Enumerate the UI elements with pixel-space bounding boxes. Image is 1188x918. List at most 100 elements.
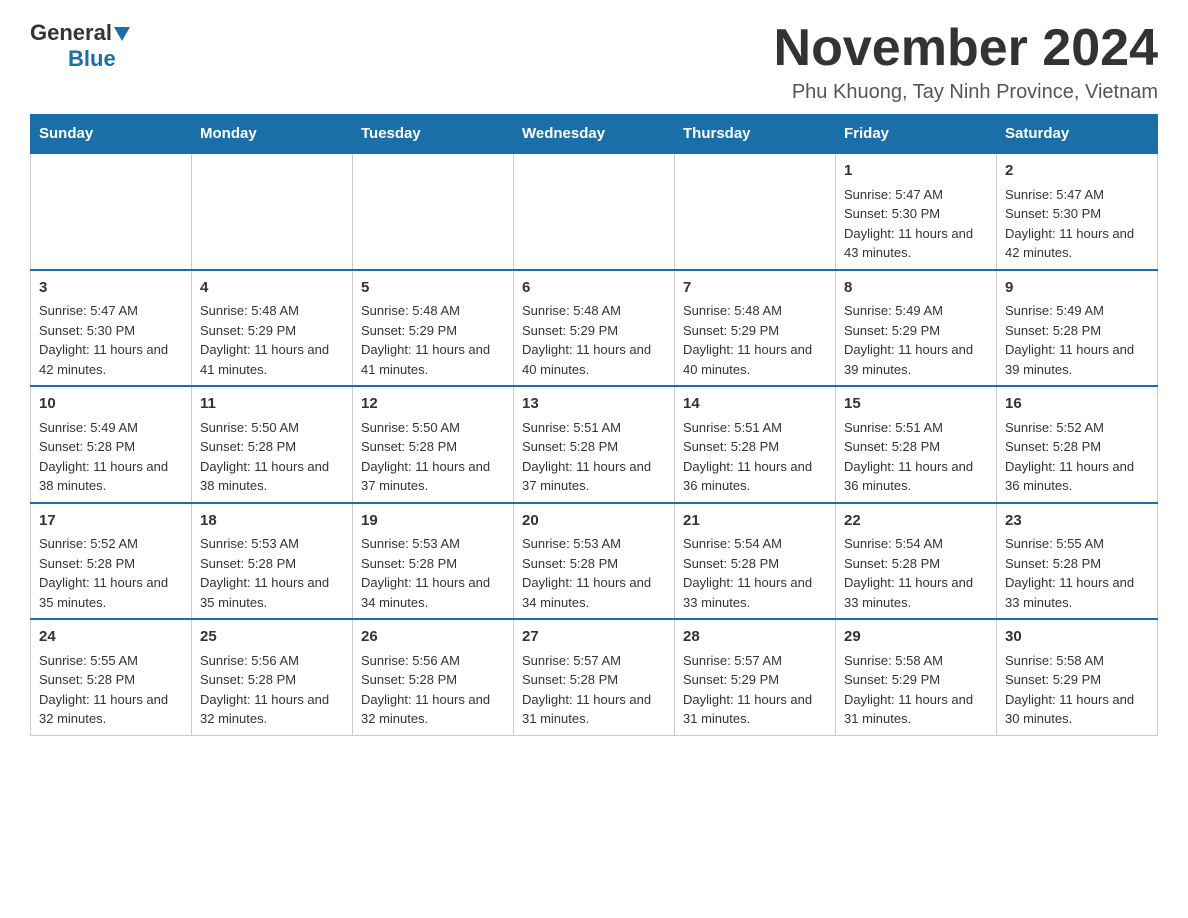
day-number: 29 xyxy=(844,626,988,649)
day-info: Sunrise: 5:51 AM Sunset: 5:28 PM Dayligh… xyxy=(683,418,827,496)
day-number: 22 xyxy=(844,510,988,533)
day-number: 20 xyxy=(522,510,666,533)
calendar-cell: 10Sunrise: 5:49 AM Sunset: 5:28 PM Dayli… xyxy=(31,386,192,503)
day-info: Sunrise: 5:49 AM Sunset: 5:28 PM Dayligh… xyxy=(1005,301,1149,379)
day-info: Sunrise: 5:52 AM Sunset: 5:28 PM Dayligh… xyxy=(39,534,183,612)
day-info: Sunrise: 5:58 AM Sunset: 5:29 PM Dayligh… xyxy=(1005,651,1149,729)
day-number: 7 xyxy=(683,277,827,300)
weekday-header-monday: Monday xyxy=(192,115,353,154)
logo-triangle-icon xyxy=(114,27,130,41)
calendar-cell xyxy=(31,153,192,270)
day-info: Sunrise: 5:50 AM Sunset: 5:28 PM Dayligh… xyxy=(200,418,344,496)
calendar-cell: 2Sunrise: 5:47 AM Sunset: 5:30 PM Daylig… xyxy=(997,153,1158,270)
day-number: 19 xyxy=(361,510,505,533)
day-number: 14 xyxy=(683,393,827,416)
day-info: Sunrise: 5:48 AM Sunset: 5:29 PM Dayligh… xyxy=(683,301,827,379)
calendar-cell: 30Sunrise: 5:58 AM Sunset: 5:29 PM Dayli… xyxy=(997,619,1158,735)
day-info: Sunrise: 5:51 AM Sunset: 5:28 PM Dayligh… xyxy=(844,418,988,496)
day-number: 9 xyxy=(1005,277,1149,300)
calendar-cell: 22Sunrise: 5:54 AM Sunset: 5:28 PM Dayli… xyxy=(836,503,997,620)
day-number: 16 xyxy=(1005,393,1149,416)
day-number: 3 xyxy=(39,277,183,300)
day-info: Sunrise: 5:54 AM Sunset: 5:28 PM Dayligh… xyxy=(844,534,988,612)
calendar-cell: 6Sunrise: 5:48 AM Sunset: 5:29 PM Daylig… xyxy=(514,270,675,387)
day-number: 2 xyxy=(1005,160,1149,183)
calendar-cell: 26Sunrise: 5:56 AM Sunset: 5:28 PM Dayli… xyxy=(353,619,514,735)
day-info: Sunrise: 5:48 AM Sunset: 5:29 PM Dayligh… xyxy=(522,301,666,379)
calendar-week-row-3: 10Sunrise: 5:49 AM Sunset: 5:28 PM Dayli… xyxy=(31,386,1158,503)
weekday-header-saturday: Saturday xyxy=(997,115,1158,154)
day-number: 28 xyxy=(683,626,827,649)
day-info: Sunrise: 5:57 AM Sunset: 5:28 PM Dayligh… xyxy=(522,651,666,729)
calendar-cell: 24Sunrise: 5:55 AM Sunset: 5:28 PM Dayli… xyxy=(31,619,192,735)
day-number: 13 xyxy=(522,393,666,416)
day-info: Sunrise: 5:57 AM Sunset: 5:29 PM Dayligh… xyxy=(683,651,827,729)
day-info: Sunrise: 5:47 AM Sunset: 5:30 PM Dayligh… xyxy=(39,301,183,379)
day-number: 30 xyxy=(1005,626,1149,649)
calendar-cell: 18Sunrise: 5:53 AM Sunset: 5:28 PM Dayli… xyxy=(192,503,353,620)
weekday-header-sunday: Sunday xyxy=(31,115,192,154)
day-number: 23 xyxy=(1005,510,1149,533)
day-info: Sunrise: 5:56 AM Sunset: 5:28 PM Dayligh… xyxy=(200,651,344,729)
weekday-header-wednesday: Wednesday xyxy=(514,115,675,154)
day-number: 5 xyxy=(361,277,505,300)
day-info: Sunrise: 5:53 AM Sunset: 5:28 PM Dayligh… xyxy=(361,534,505,612)
calendar-cell xyxy=(353,153,514,270)
calendar-cell: 9Sunrise: 5:49 AM Sunset: 5:28 PM Daylig… xyxy=(997,270,1158,387)
day-number: 1 xyxy=(844,160,988,183)
month-year-title: November 2024 xyxy=(774,20,1158,77)
day-info: Sunrise: 5:51 AM Sunset: 5:28 PM Dayligh… xyxy=(522,418,666,496)
calendar-cell: 28Sunrise: 5:57 AM Sunset: 5:29 PM Dayli… xyxy=(675,619,836,735)
calendar-cell: 4Sunrise: 5:48 AM Sunset: 5:29 PM Daylig… xyxy=(192,270,353,387)
day-info: Sunrise: 5:56 AM Sunset: 5:28 PM Dayligh… xyxy=(361,651,505,729)
calendar-cell: 7Sunrise: 5:48 AM Sunset: 5:29 PM Daylig… xyxy=(675,270,836,387)
calendar-cell xyxy=(675,153,836,270)
calendar-cell: 25Sunrise: 5:56 AM Sunset: 5:28 PM Dayli… xyxy=(192,619,353,735)
day-number: 11 xyxy=(200,393,344,416)
day-info: Sunrise: 5:55 AM Sunset: 5:28 PM Dayligh… xyxy=(1005,534,1149,612)
day-number: 6 xyxy=(522,277,666,300)
calendar-cell: 16Sunrise: 5:52 AM Sunset: 5:28 PM Dayli… xyxy=(997,386,1158,503)
calendar-cell: 1Sunrise: 5:47 AM Sunset: 5:30 PM Daylig… xyxy=(836,153,997,270)
day-info: Sunrise: 5:47 AM Sunset: 5:30 PM Dayligh… xyxy=(1005,185,1149,263)
day-number: 26 xyxy=(361,626,505,649)
calendar-cell: 15Sunrise: 5:51 AM Sunset: 5:28 PM Dayli… xyxy=(836,386,997,503)
day-info: Sunrise: 5:47 AM Sunset: 5:30 PM Dayligh… xyxy=(844,185,988,263)
day-info: Sunrise: 5:52 AM Sunset: 5:28 PM Dayligh… xyxy=(1005,418,1149,496)
calendar-week-row-2: 3Sunrise: 5:47 AM Sunset: 5:30 PM Daylig… xyxy=(31,270,1158,387)
day-number: 21 xyxy=(683,510,827,533)
logo-blue-line: Blue xyxy=(30,46,116,72)
logo: General Blue xyxy=(30,20,130,72)
day-number: 8 xyxy=(844,277,988,300)
logo-general-line: General xyxy=(30,20,130,46)
calendar-cell: 20Sunrise: 5:53 AM Sunset: 5:28 PM Dayli… xyxy=(514,503,675,620)
day-info: Sunrise: 5:53 AM Sunset: 5:28 PM Dayligh… xyxy=(200,534,344,612)
calendar-cell: 14Sunrise: 5:51 AM Sunset: 5:28 PM Dayli… xyxy=(675,386,836,503)
calendar-cell: 21Sunrise: 5:54 AM Sunset: 5:28 PM Dayli… xyxy=(675,503,836,620)
calendar-cell: 17Sunrise: 5:52 AM Sunset: 5:28 PM Dayli… xyxy=(31,503,192,620)
calendar-cell: 19Sunrise: 5:53 AM Sunset: 5:28 PM Dayli… xyxy=(353,503,514,620)
calendar-cell xyxy=(192,153,353,270)
day-info: Sunrise: 5:49 AM Sunset: 5:29 PM Dayligh… xyxy=(844,301,988,379)
location-subtitle: Phu Khuong, Tay Ninh Province, Vietnam xyxy=(774,81,1158,104)
calendar-cell: 13Sunrise: 5:51 AM Sunset: 5:28 PM Dayli… xyxy=(514,386,675,503)
day-number: 24 xyxy=(39,626,183,649)
weekday-header-row: SundayMondayTuesdayWednesdayThursdayFrid… xyxy=(31,115,1158,154)
title-block: November 2024 Phu Khuong, Tay Ninh Provi… xyxy=(774,20,1158,104)
calendar-cell: 5Sunrise: 5:48 AM Sunset: 5:29 PM Daylig… xyxy=(353,270,514,387)
calendar-cell: 29Sunrise: 5:58 AM Sunset: 5:29 PM Dayli… xyxy=(836,619,997,735)
calendar-week-row-4: 17Sunrise: 5:52 AM Sunset: 5:28 PM Dayli… xyxy=(31,503,1158,620)
day-info: Sunrise: 5:48 AM Sunset: 5:29 PM Dayligh… xyxy=(361,301,505,379)
calendar-week-row-5: 24Sunrise: 5:55 AM Sunset: 5:28 PM Dayli… xyxy=(31,619,1158,735)
calendar-cell: 3Sunrise: 5:47 AM Sunset: 5:30 PM Daylig… xyxy=(31,270,192,387)
day-number: 17 xyxy=(39,510,183,533)
calendar-week-row-1: 1Sunrise: 5:47 AM Sunset: 5:30 PM Daylig… xyxy=(31,153,1158,270)
calendar-cell: 8Sunrise: 5:49 AM Sunset: 5:29 PM Daylig… xyxy=(836,270,997,387)
day-info: Sunrise: 5:50 AM Sunset: 5:28 PM Dayligh… xyxy=(361,418,505,496)
day-info: Sunrise: 5:53 AM Sunset: 5:28 PM Dayligh… xyxy=(522,534,666,612)
calendar-cell: 27Sunrise: 5:57 AM Sunset: 5:28 PM Dayli… xyxy=(514,619,675,735)
calendar-cell: 12Sunrise: 5:50 AM Sunset: 5:28 PM Dayli… xyxy=(353,386,514,503)
day-info: Sunrise: 5:58 AM Sunset: 5:29 PM Dayligh… xyxy=(844,651,988,729)
weekday-header-tuesday: Tuesday xyxy=(353,115,514,154)
logo-blue-text: Blue xyxy=(68,46,116,71)
